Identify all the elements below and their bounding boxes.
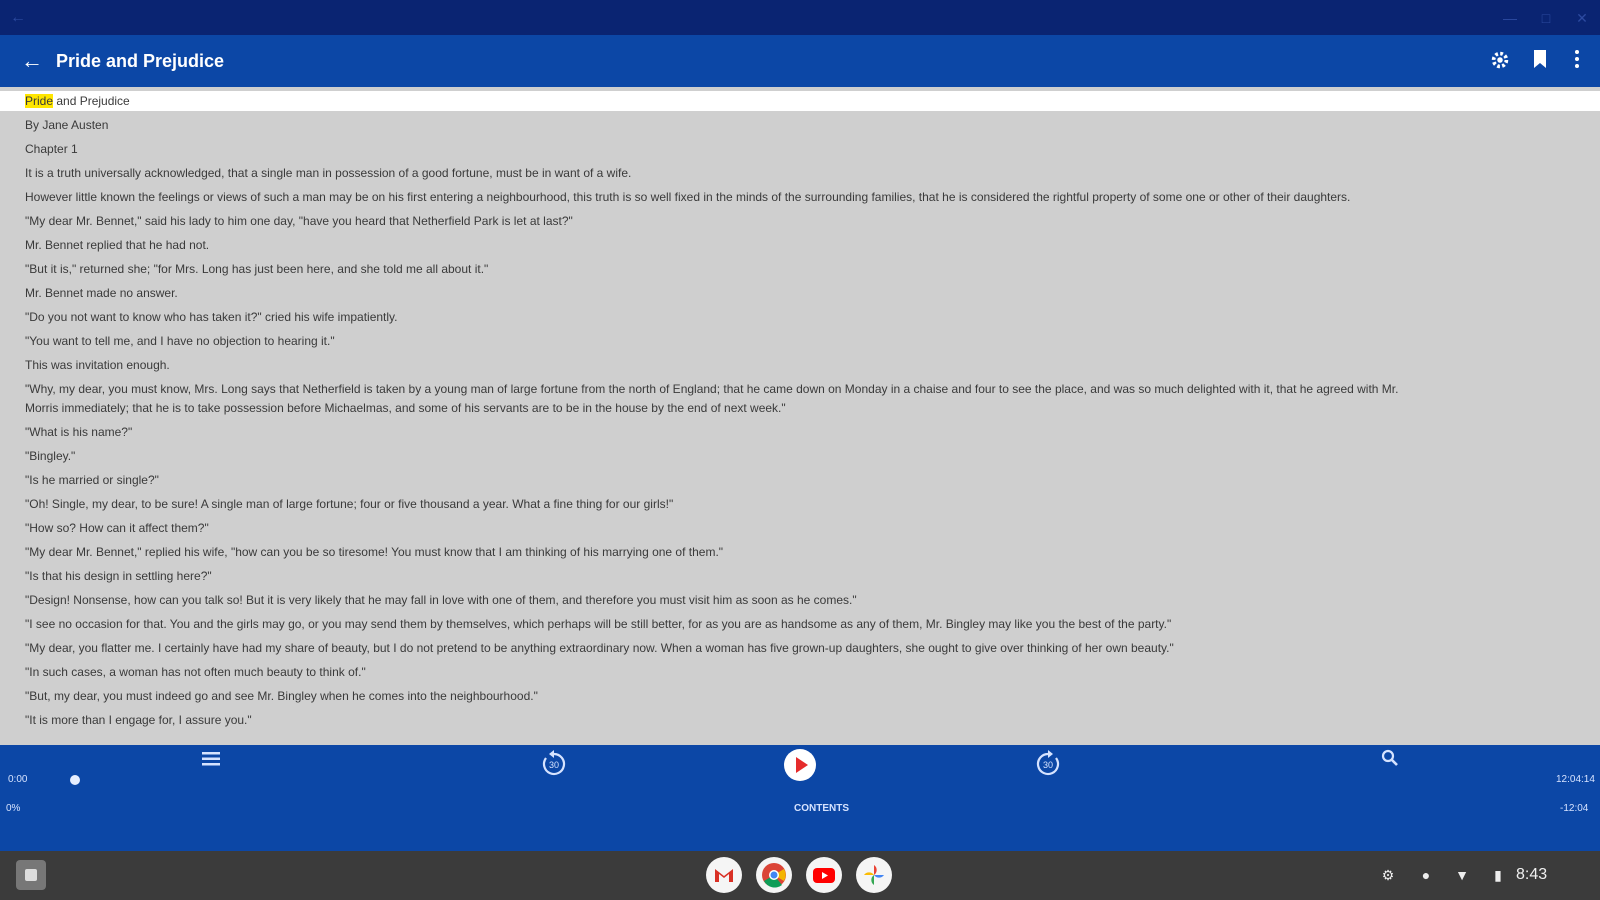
text-line: However little known the feelings or vie… bbox=[25, 190, 1351, 204]
progress-handle[interactable] bbox=[70, 775, 80, 785]
minimize-icon[interactable]: — bbox=[1500, 8, 1520, 28]
text-line: Morris immediately; that he is to take p… bbox=[25, 401, 786, 415]
highlighted-word: Pride bbox=[25, 94, 54, 108]
more-vert-icon[interactable] bbox=[1565, 49, 1589, 73]
play-icon bbox=[796, 757, 808, 773]
chrome-icon[interactable] bbox=[756, 857, 792, 893]
text-line: Mr. Bennet replied that he had not. bbox=[25, 238, 210, 252]
player-bar: 30 30 0:00 12:04:14 0% CONTENTS -12:04 bbox=[0, 745, 1600, 851]
settings-icon[interactable]: ⚙ bbox=[1378, 865, 1398, 885]
text-line: "Design! Nonsense, how can you talk so! … bbox=[25, 593, 857, 607]
text-line: Mr. Bennet made no answer. bbox=[25, 286, 178, 300]
search-icon[interactable] bbox=[1374, 747, 1406, 779]
photos-icon[interactable] bbox=[856, 857, 892, 893]
window-titlebar: ← — □ ✕ bbox=[0, 0, 1600, 35]
forward-30-icon[interactable]: 30 bbox=[1032, 749, 1064, 781]
percent-read: 0% bbox=[6, 803, 21, 814]
text-line: "Do you not want to know who has taken i… bbox=[25, 310, 398, 324]
menu-icon[interactable] bbox=[195, 747, 227, 779]
replay-label: 30 bbox=[549, 760, 559, 770]
launcher-icon[interactable] bbox=[16, 860, 46, 890]
text-line: "My dear Mr. Bennet," replied his wife, … bbox=[25, 545, 724, 559]
text-line: "It is more than I engage for, I assure … bbox=[25, 713, 252, 727]
text-line: "How so? How can it affect them?" bbox=[25, 521, 209, 535]
text-line: "My dear, you flatter me. I certainly ha… bbox=[25, 641, 1174, 655]
text-line: "Bingley." bbox=[25, 449, 76, 463]
text-line: This was invitation enough. bbox=[25, 358, 170, 372]
elapsed-time: 0:00 bbox=[8, 774, 28, 785]
text-line: By Jane Austen bbox=[25, 118, 109, 132]
book-title: Pride and Prejudice bbox=[56, 51, 225, 71]
title-line: Pride and Prejudice bbox=[0, 91, 1600, 111]
text-line: Chapter 1 bbox=[25, 142, 78, 156]
launcher-inner bbox=[25, 869, 37, 881]
back-arrow-icon[interactable]: ← bbox=[20, 49, 44, 73]
gear-icon[interactable] bbox=[1488, 49, 1512, 73]
play-button[interactable] bbox=[784, 749, 816, 781]
maximize-icon[interactable]: □ bbox=[1536, 8, 1556, 28]
remaining-time: -12:04 bbox=[1560, 803, 1589, 814]
text-line: "Why, my dear, you must know, Mrs. Long … bbox=[25, 382, 1399, 396]
text-line: "Is that his design in settling here?" bbox=[25, 569, 212, 583]
text-line: "Is he married or single?" bbox=[25, 473, 159, 487]
battery-icon[interactable]: ▮ bbox=[1488, 865, 1508, 885]
contents-link[interactable]: CONTENTS bbox=[794, 803, 849, 814]
text-line: "You want to tell me, and I have no obje… bbox=[25, 334, 335, 348]
text-line: "I see no occasion for that. You and the… bbox=[25, 617, 1172, 631]
total-time: 12:04:14 bbox=[1556, 774, 1595, 785]
text-line: It is a truth universally acknowledged, … bbox=[25, 166, 632, 180]
text-line: "But it is," returned she; "for Mrs. Lon… bbox=[25, 262, 489, 276]
text-line: "My dear Mr. Bennet," said his lady to h… bbox=[25, 214, 573, 228]
gmail-icon[interactable] bbox=[706, 857, 742, 893]
replay-30-icon[interactable]: 30 bbox=[538, 749, 570, 781]
text-line: "In such cases, a woman has not often mu… bbox=[25, 665, 366, 679]
forward-label: 30 bbox=[1043, 760, 1053, 770]
text-line: "Oh! Single, my dear, to be sure! A sing… bbox=[25, 497, 674, 511]
text-line: "What is his name?" bbox=[25, 425, 133, 439]
text-line: "But, my dear, you must indeed go and se… bbox=[25, 689, 538, 703]
bookmark-icon[interactable] bbox=[1528, 49, 1552, 73]
system-shelf: ⚙ ● ▼ ▮ 8:43 bbox=[0, 851, 1600, 900]
window-back-icon[interactable]: ← bbox=[10, 8, 30, 28]
wifi-icon[interactable]: ▼ bbox=[1452, 865, 1472, 885]
info-icon[interactable]: ● bbox=[1416, 865, 1436, 885]
book-text[interactable]: Pride and Prejudice By Jane Austen Chapte… bbox=[0, 90, 1600, 745]
app-bar: ← Pride and Prejudice bbox=[0, 35, 1600, 87]
clock[interactable]: 8:43 bbox=[1516, 865, 1547, 885]
close-icon[interactable]: ✕ bbox=[1572, 8, 1592, 28]
title-rest: and Prejudice bbox=[53, 94, 130, 108]
youtube-icon[interactable] bbox=[806, 857, 842, 893]
